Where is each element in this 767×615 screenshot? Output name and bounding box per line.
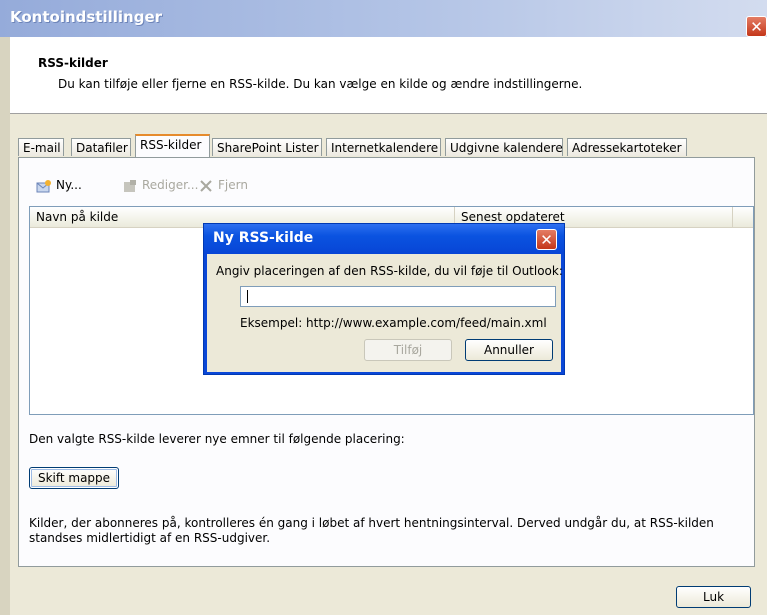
account-settings-window: Kontoindstillinger ✕ RSS-kilder Du kan t… xyxy=(0,0,767,615)
delivery-location-label: Den valgte RSS-kilde leverer nye emner t… xyxy=(29,432,405,446)
tab-published-calendars[interactable]: Udgivne kalendere xyxy=(445,138,563,156)
page-header: RSS-kilder Du kan tilføje eller fjerne e… xyxy=(10,37,767,114)
add-button[interactable]: Tilføj xyxy=(364,339,452,361)
delete-icon xyxy=(200,179,212,192)
edit-icon xyxy=(124,179,136,192)
dialog-title: Ny RSS-kilde xyxy=(213,230,314,246)
tab-email[interactable]: E-mail xyxy=(18,138,64,156)
feed-url-input[interactable] xyxy=(240,286,556,307)
window-close-button[interactable]: ✕ xyxy=(746,16,767,37)
new-feed-button[interactable]: Ny... xyxy=(36,174,82,196)
dialog-prompt: Angiv placeringen af den RSS-kilde, du v… xyxy=(216,264,563,278)
remove-feed-label: Fjern xyxy=(218,178,248,192)
tab-address-books[interactable]: Adressekartoteker xyxy=(567,138,687,156)
window-title: Kontoindstillinger xyxy=(10,8,163,26)
edit-feed-label: Rediger... xyxy=(142,178,199,192)
cancel-button[interactable]: Annuller xyxy=(465,339,553,361)
dialog-body: Angiv placeringen af den RSS-kilde, du v… xyxy=(207,254,563,372)
page-description: Du kan tilføje eller fjerne en RSS-kilde… xyxy=(58,77,583,91)
title-bar: Kontoindstillinger ✕ xyxy=(0,0,767,37)
new-feed-label: Ny... xyxy=(56,178,82,192)
page-title: RSS-kilder xyxy=(38,56,108,70)
tab-internet-calendars[interactable]: Internetkalendere xyxy=(326,138,441,156)
subscription-info-text: Kilder, der abonneres på, kontrolleres é… xyxy=(29,516,714,545)
window-left-edge xyxy=(0,37,10,615)
tab-rss-feeds[interactable]: RSS-kilder xyxy=(135,134,210,157)
text-caret xyxy=(247,290,248,303)
new-feed-icon xyxy=(36,179,51,192)
remove-feed-button[interactable]: Fjern xyxy=(198,174,248,196)
dialog-example-text: Eksempel: http://www.example.com/feed/ma… xyxy=(240,316,547,330)
new-rss-feed-dialog: Ny RSS-kilde ✕ Angiv placeringen af den … xyxy=(203,223,565,375)
edit-feed-button[interactable]: Rediger... xyxy=(122,174,198,196)
close-button[interactable]: Luk xyxy=(676,586,751,608)
dialog-close-button[interactable]: ✕ xyxy=(536,229,557,250)
dialog-title-bar: Ny RSS-kilde ✕ xyxy=(204,224,564,254)
change-folder-button[interactable]: Skift mappe xyxy=(29,467,119,489)
tab-sharepoint-lists[interactable]: SharePoint Lister xyxy=(212,138,322,156)
tab-data-files[interactable]: Datafiler xyxy=(71,138,131,156)
